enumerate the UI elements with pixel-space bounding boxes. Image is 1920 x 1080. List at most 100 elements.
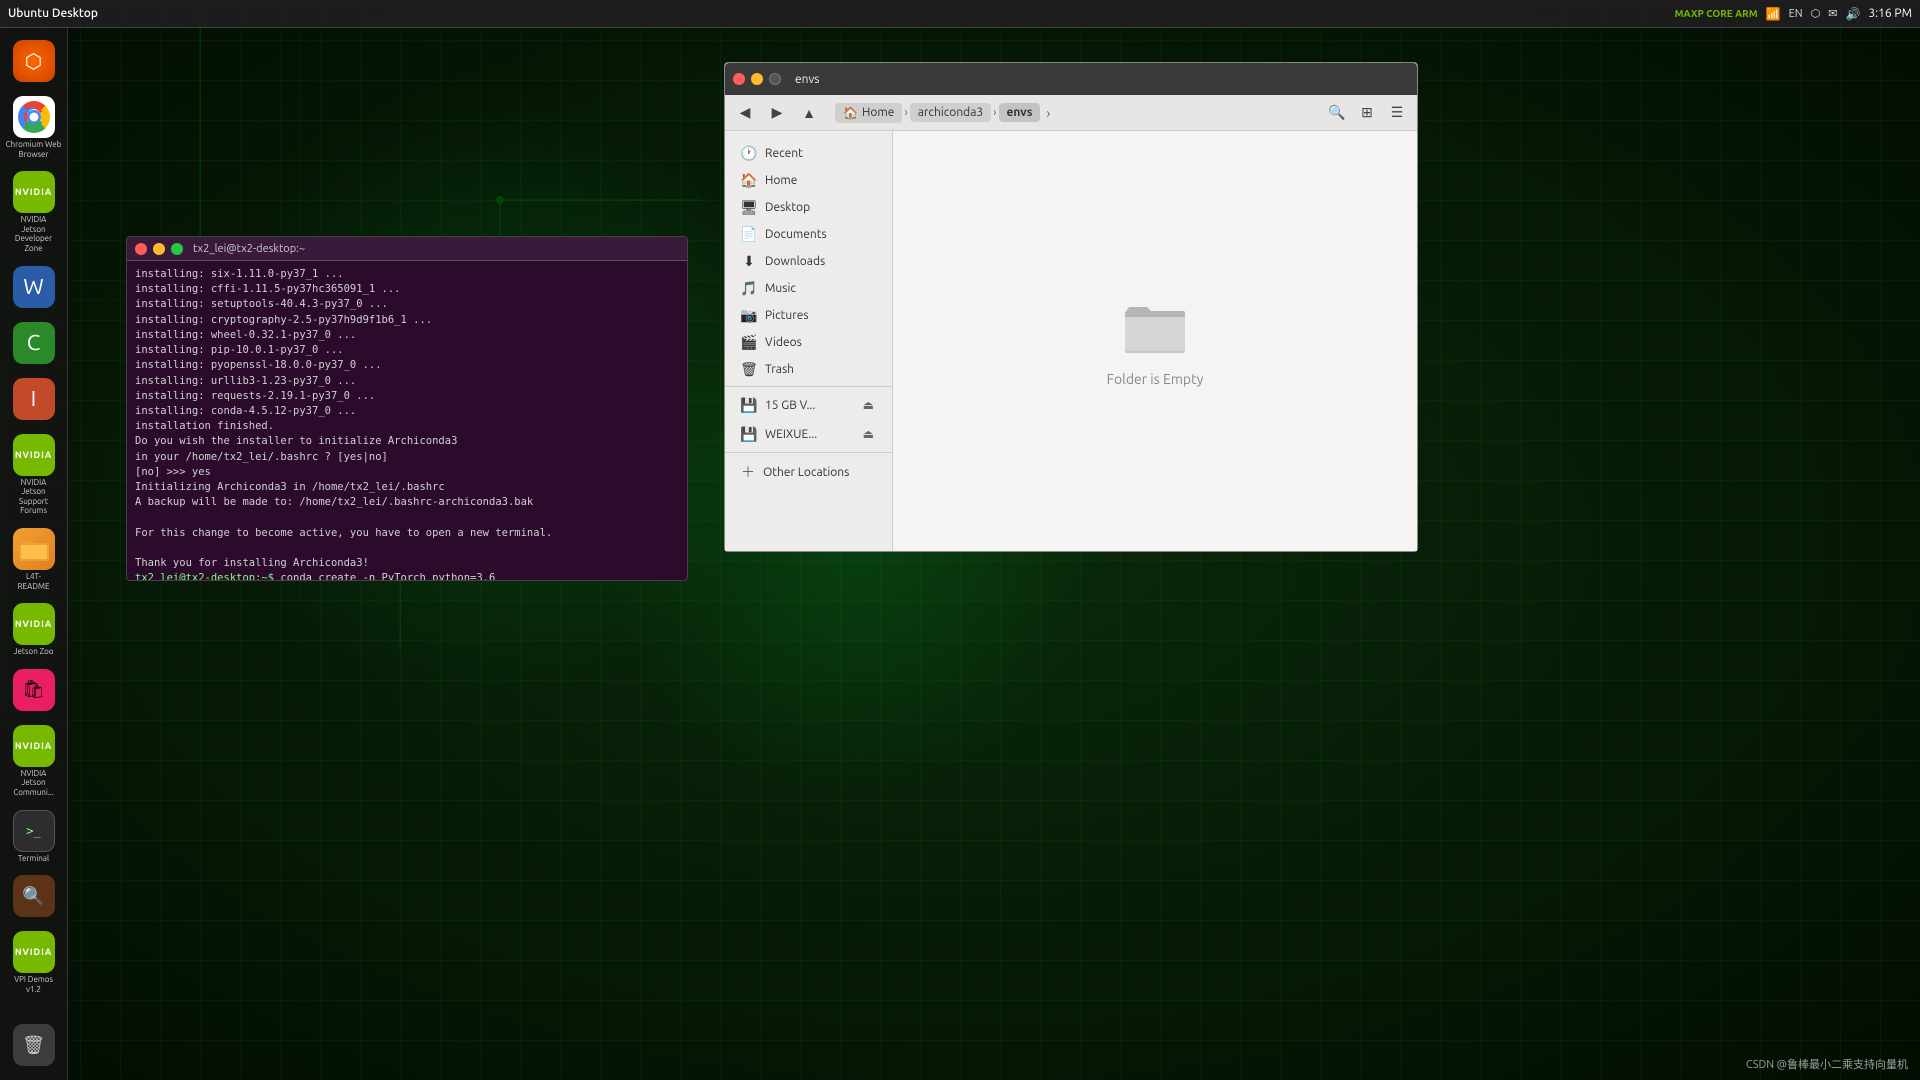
sidebar-item-other-locations[interactable]: ＋ Other Locations bbox=[729, 457, 888, 487]
writer-icon: W bbox=[13, 266, 55, 308]
breadcrumb-home[interactable]: 🏠 Home bbox=[835, 103, 902, 123]
sidebar-item-pictures[interactable]: 📷 Pictures bbox=[729, 302, 888, 328]
sidebar-videos-label: Videos bbox=[765, 336, 802, 349]
watermark-text: CSDN @鲁棒最小二乘支持向量机 bbox=[1746, 1059, 1908, 1071]
sidebar-item-recent[interactable]: 🕐 Recent bbox=[729, 140, 888, 166]
sidebar-trash-label: Trash bbox=[765, 363, 794, 376]
fm-up-btn[interactable]: ▲ bbox=[795, 99, 823, 127]
sidebar-music-label: Music bbox=[765, 282, 796, 295]
fm-toolbar-right: 🔍 ⊞ ☰ bbox=[1323, 99, 1411, 127]
mail-icon[interactable]: ✉ bbox=[1828, 7, 1837, 20]
sidebar-item-trash[interactable]: 🗑 Trash bbox=[729, 356, 888, 382]
dock-item-search[interactable]: 🔍 bbox=[4, 871, 64, 923]
dock-item-nvidia-support[interactable]: NVIDIA NVIDIAJetsonSupportForums bbox=[4, 430, 64, 520]
jetsenzoo-label: Jetson Zoo bbox=[14, 647, 54, 657]
sidebar-other-locations-label: Other Locations bbox=[763, 466, 849, 479]
wifi-icon[interactable]: 📶 bbox=[1766, 7, 1781, 21]
sidebar-pictures-label: Pictures bbox=[765, 309, 809, 322]
sidebar-pictures-icon: 📷 bbox=[741, 307, 757, 323]
dock-item-chromium[interactable]: Chromium Web Browser bbox=[4, 92, 64, 163]
trash-dock-icon: 🗑 bbox=[13, 1024, 55, 1066]
fm-min-btn[interactable] bbox=[751, 73, 763, 85]
watermark: CSDN @鲁棒最小二乘支持向量机 bbox=[1746, 1056, 1908, 1072]
sidebar-videos-icon: 🎬 bbox=[741, 334, 757, 350]
dock-item-nvidia-comms[interactable]: NVIDIA NVIDIAJetsonCommuni... bbox=[4, 721, 64, 802]
dock-item-calc[interactable]: C bbox=[4, 318, 64, 370]
term-line-6: installing: pyopenssl-18.0.0-py37_0 ... bbox=[135, 358, 679, 373]
sidebar-item-documents[interactable]: 📄 Documents bbox=[729, 221, 888, 247]
fm-close-btn[interactable] bbox=[733, 73, 745, 85]
recent-icon: 🕐 bbox=[741, 145, 757, 161]
dock-item-terminal[interactable]: >_ Terminal bbox=[4, 806, 64, 868]
sidebar-item-downloads[interactable]: ⬇ Downloads bbox=[729, 248, 888, 274]
term-line-1: installing: cffi-1.11.5-py37hc365091_1 .… bbox=[135, 282, 679, 297]
breadcrumb-envs[interactable]: envs bbox=[999, 103, 1041, 122]
terminal-content[interactable]: installing: six-1.11.0-py37_1 ... instal… bbox=[127, 261, 687, 580]
nvidia-jetson-label: NVIDIAJetsonDeveloperZone bbox=[15, 215, 52, 253]
eject-weixue-btn[interactable]: ⏏ bbox=[861, 425, 876, 443]
fm-title: envs bbox=[795, 73, 820, 86]
dock-item-impress[interactable]: I bbox=[4, 374, 64, 426]
nvidia-support-label: NVIDIAJetsonSupportForums bbox=[19, 478, 48, 516]
nvidia-support-icon: NVIDIA bbox=[13, 434, 55, 476]
fm-breadcrumb: 🏠 Home › archiconda3 › envs › bbox=[835, 103, 1054, 123]
term-line-12: in your /home/tx2_lei/.bashrc ? [yes|no] bbox=[135, 450, 679, 465]
term-line-7: installing: urllib3-1.23-py37_0 ... bbox=[135, 374, 679, 389]
sidebar-item-home[interactable]: 🏠 Home bbox=[729, 167, 888, 193]
fm-back-btn[interactable]: ◀ bbox=[731, 99, 759, 127]
fm-main-content: Folder is Empty bbox=[893, 131, 1417, 551]
term-line-15: A backup will be made to: /home/tx2_lei/… bbox=[135, 495, 679, 510]
fm-view-toggle-btn[interactable]: ⊞ bbox=[1353, 99, 1381, 127]
terminal-close-btn[interactable] bbox=[135, 243, 147, 255]
term-line-14: Initializing Archiconda3 in /home/tx2_le… bbox=[135, 480, 679, 495]
term-line-17: For this change to become active, you ha… bbox=[135, 526, 679, 541]
term-line-20: tx2_lei@tx2-desktop:~$ conda create -n P… bbox=[135, 571, 679, 580]
dock-item-writer[interactable]: W bbox=[4, 262, 64, 314]
dock-item-nvidia-jetson[interactable]: NVIDIA NVIDIAJetsonDeveloperZone bbox=[4, 167, 64, 257]
term-line-2: installing: setuptools-40.4.3-py37_0 ... bbox=[135, 297, 679, 312]
volume-icon[interactable]: 🔊 bbox=[1845, 7, 1860, 21]
software-icon: 🛍 bbox=[13, 669, 55, 711]
terminal-dock-icon: >_ bbox=[13, 810, 55, 852]
breadcrumb-archiconda3[interactable]: archiconda3 bbox=[910, 103, 991, 122]
dock-item-trash[interactable]: 🗑 bbox=[4, 1020, 64, 1072]
sidebar-item-15gb[interactable]: 💾 15 GB V... ⏏ bbox=[729, 391, 888, 419]
keyboard-indicator[interactable]: EN bbox=[1789, 8, 1803, 20]
sidebar-item-weixue[interactable]: 💾 WEIXUE... ⏏ bbox=[729, 420, 888, 448]
jetsenzoo-icon: NVIDIA bbox=[13, 603, 55, 645]
l4t-label: L4T-README bbox=[18, 572, 50, 591]
terminal-maximize-btn[interactable] bbox=[171, 243, 183, 255]
fm-forward-btn[interactable]: ▶ bbox=[763, 99, 791, 127]
dock-item-software[interactable]: 🛍 bbox=[4, 665, 64, 717]
fm-menu-btn[interactable]: ☰ bbox=[1383, 99, 1411, 127]
term-line-8: installing: requests-2.19.1-py37_0 ... bbox=[135, 389, 679, 404]
sidebar-item-music[interactable]: 🎵 Music bbox=[729, 275, 888, 301]
bluetooth-icon[interactable]: ⬡ bbox=[1811, 7, 1821, 20]
fm-titlebar: envs bbox=[725, 63, 1417, 95]
nvidia-comms-icon: NVIDIA bbox=[13, 725, 55, 767]
empty-folder-icon bbox=[1123, 295, 1187, 359]
add-location-icon: ＋ bbox=[741, 462, 755, 482]
sidebar-item-desktop[interactable]: 🖥 Desktop bbox=[729, 194, 888, 220]
term-line-3: installing: cryptography-2.5-py37h9d9f1b… bbox=[135, 313, 679, 328]
breadcrumb-more-btn[interactable]: › bbox=[1042, 103, 1054, 123]
dock-item-l4t-folder[interactable]: L4T-README bbox=[4, 524, 64, 595]
terminal-minimize-btn[interactable] bbox=[153, 243, 165, 255]
dock-item-jetsenzoo[interactable]: NVIDIA Jetson Zoo bbox=[4, 599, 64, 661]
clock: 3:16 PM bbox=[1868, 7, 1912, 20]
sidebar-weixue-label: WEIXUE... bbox=[765, 428, 817, 441]
envs-label: envs bbox=[1007, 106, 1033, 119]
fm-search-btn[interactable]: 🔍 bbox=[1323, 99, 1351, 127]
fm-max-btn[interactable] bbox=[769, 73, 781, 85]
nvidia-comms-label: NVIDIAJetsonCommuni... bbox=[13, 769, 53, 798]
dock-item-ubuntu[interactable]: ⬡ bbox=[4, 36, 64, 88]
calc-icon: C bbox=[13, 322, 55, 364]
sidebar-item-videos[interactable]: 🎬 Videos bbox=[729, 329, 888, 355]
term-line-16 bbox=[135, 511, 679, 526]
taskbar-right: MAXP CORE ARM 📶 EN ⬡ ✉ 🔊 3:16 PM bbox=[1675, 7, 1912, 21]
dock-item-vpi[interactable]: NVIDIA VPI Demosv1.2 bbox=[4, 927, 64, 998]
eject-15gb-btn[interactable]: ⏏ bbox=[861, 396, 876, 414]
fm-body: 🕐 Recent 🏠 Home 🖥 Desktop 📄 Documents ⬇ … bbox=[725, 131, 1417, 551]
term-line-11: Do you wish the installer to initialize … bbox=[135, 434, 679, 449]
sidebar-downloads-label: Downloads bbox=[765, 255, 825, 268]
